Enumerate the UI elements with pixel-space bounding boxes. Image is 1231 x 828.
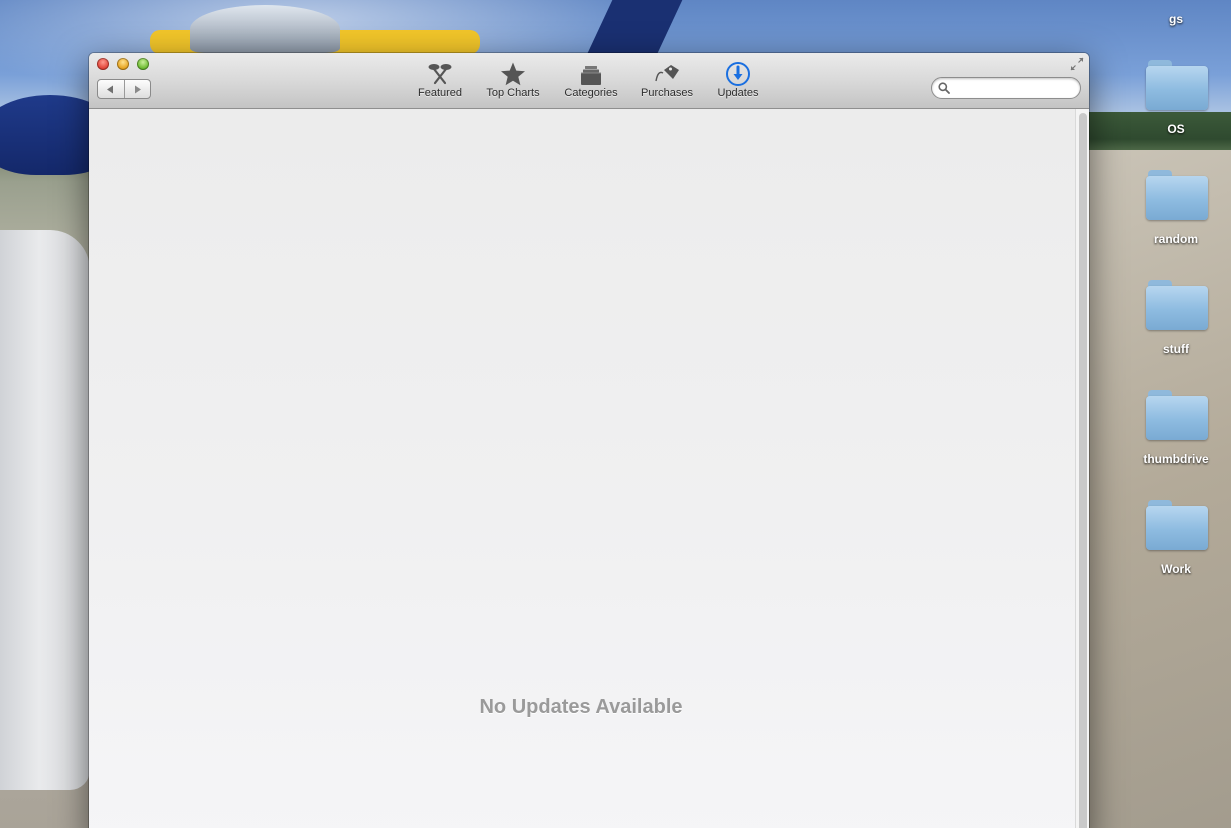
desktop-item-label: Work xyxy=(1161,562,1191,576)
folder-icon[interactable] xyxy=(1146,500,1208,550)
price-tag-icon xyxy=(655,65,679,82)
zoom-window-button[interactable] xyxy=(137,58,149,70)
minimize-window-button[interactable] xyxy=(117,58,129,70)
tab-label: Top Charts xyxy=(486,87,540,99)
wallpaper-jet-tail xyxy=(587,0,683,53)
close-window-button[interactable] xyxy=(97,58,109,70)
tab-label: Categories xyxy=(564,87,618,99)
forward-arrow-icon xyxy=(134,85,141,93)
wallpaper-jet-canopy xyxy=(190,5,340,53)
vertical-scrollbar[interactable] xyxy=(1075,109,1089,828)
back-button[interactable] xyxy=(98,80,124,98)
fullscreen-icon[interactable] xyxy=(1070,57,1084,71)
tab-label: Updates xyxy=(717,87,759,99)
tab-top-charts[interactable]: Top Charts xyxy=(473,61,553,105)
tab-label: Purchases xyxy=(641,87,693,99)
tab-categories[interactable]: Categories xyxy=(551,61,631,105)
search-input[interactable] xyxy=(954,80,1072,96)
folder-icon[interactable] xyxy=(1146,390,1208,440)
search-icon xyxy=(938,82,950,94)
featured-icon xyxy=(428,64,452,85)
wallpaper-car xyxy=(0,230,90,790)
folder-icon[interactable] xyxy=(1146,170,1208,220)
desktop-item-label: OS xyxy=(1167,122,1185,136)
folder-icon[interactable] xyxy=(1146,280,1208,330)
desktop-item-gs-label[interactable]: gs xyxy=(1126,12,1226,26)
star-icon xyxy=(501,62,525,86)
no-updates-message: No Updates Available xyxy=(479,696,683,718)
window-titlebar: Featured Top Charts Categories Purchases… xyxy=(89,53,1089,109)
forward-button[interactable] xyxy=(123,80,151,98)
desktop-item-label: stuff xyxy=(1163,342,1189,356)
folder-icon[interactable] xyxy=(1146,60,1208,110)
scrollbar-thumb[interactable] xyxy=(1079,113,1087,828)
desktop-item-label: thumbdrive xyxy=(1143,452,1209,466)
tab-label: Featured xyxy=(417,87,463,99)
download-arrow-icon xyxy=(726,62,750,86)
tab-purchases[interactable]: Purchases xyxy=(627,61,707,105)
tab-updates[interactable]: Updates xyxy=(698,61,778,105)
app-store-window: Featured Top Charts Categories Purchases… xyxy=(89,53,1089,828)
desktop-item-label: random xyxy=(1153,232,1198,246)
wallpaper-tarmac xyxy=(1089,150,1231,828)
categories-icon xyxy=(581,66,601,85)
search-field[interactable] xyxy=(931,77,1081,99)
updates-content-area: No Updates Available xyxy=(89,109,1075,828)
tab-featured[interactable]: Featured xyxy=(400,61,480,105)
back-arrow-icon xyxy=(107,85,114,93)
back-forward-group xyxy=(97,79,151,99)
